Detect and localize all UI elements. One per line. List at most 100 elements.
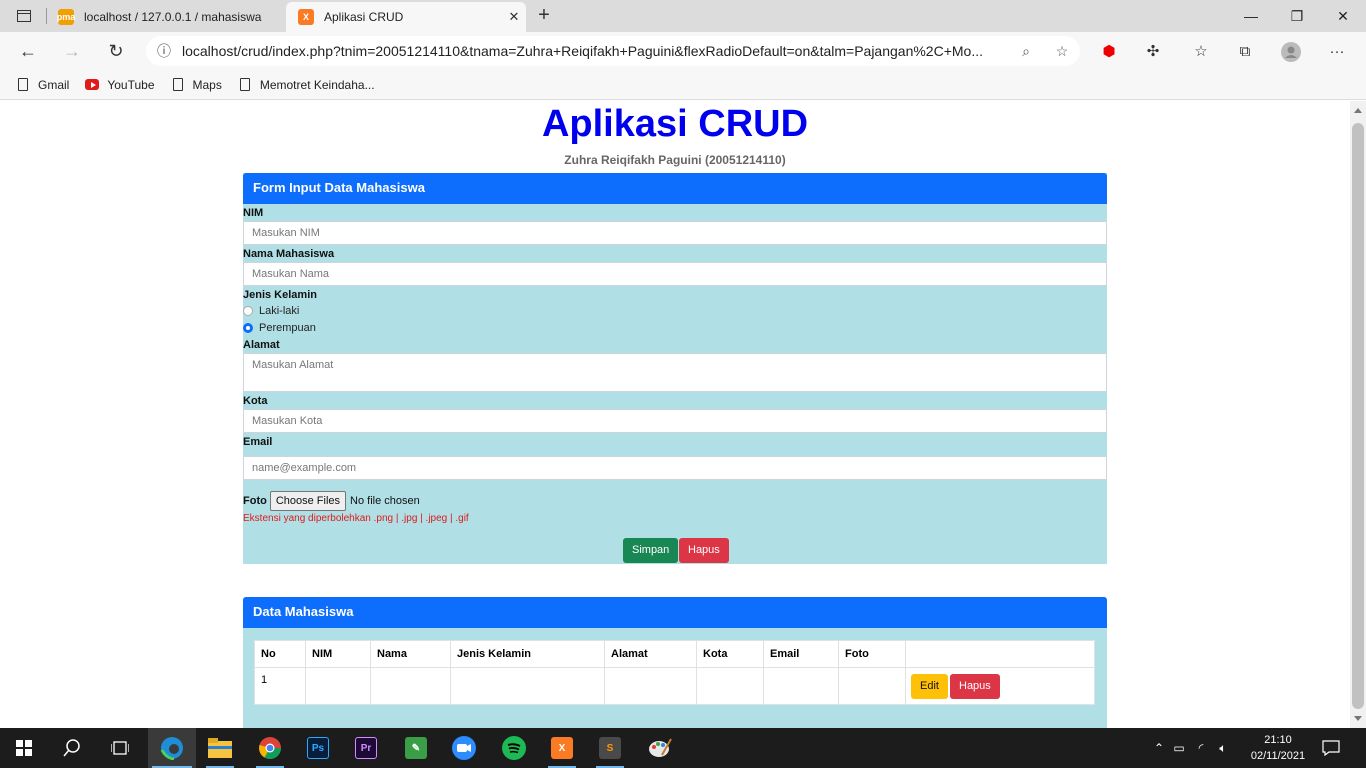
- kota-input[interactable]: Masukan Kota: [243, 409, 1107, 433]
- tab-phpmyadmin[interactable]: pma localhost / 127.0.0.1 / mahasiswa: [46, 2, 286, 32]
- youtube-icon: [85, 78, 100, 92]
- restore-icon[interactable]: ❐: [1274, 4, 1320, 28]
- data-card-header: Data Mahasiswa: [243, 597, 1107, 628]
- xampp-taskbar-icon[interactable]: X: [538, 728, 586, 768]
- table-row: 1 Edit Hapus: [254, 667, 1095, 705]
- add-favorite-icon[interactable]: ☆: [1044, 43, 1080, 60]
- email-input[interactable]: name@example.com: [243, 456, 1107, 480]
- search-icon[interactable]: [48, 728, 96, 768]
- cell-actions: Edit Hapus: [905, 667, 1095, 705]
- hapus-form-button[interactable]: Hapus: [679, 538, 729, 563]
- system-clock[interactable]: 21:10 02/11/2021: [1242, 732, 1314, 764]
- radio-perempuan[interactable]: Perempuan: [243, 322, 316, 334]
- col-nama: Nama: [370, 640, 451, 668]
- col-jenis-kelamin: Jenis Kelamin: [450, 640, 605, 668]
- file-status: No file chosen: [350, 495, 420, 507]
- bookmark-memotret[interactable]: Memotret Keindaha...: [238, 78, 375, 92]
- tab-aplikasi-crud[interactable]: X Aplikasi CRUD ✕: [286, 2, 526, 32]
- chevron-up-icon[interactable]: ⌃: [1150, 741, 1168, 755]
- spotify-icon[interactable]: [490, 728, 538, 768]
- url-text[interactable]: localhost/crud/index.php?tnim=2005121411…: [182, 43, 1008, 59]
- site-info-icon[interactable]: ⓘ: [146, 41, 182, 61]
- edge-taskbar-icon[interactable]: [148, 728, 196, 768]
- favorites-icon[interactable]: ☆: [1190, 42, 1212, 62]
- cell-alamat: [604, 667, 697, 705]
- back-icon[interactable]: ←: [16, 40, 40, 64]
- cell-kota: [696, 667, 764, 705]
- menu-icon[interactable]: ···: [1326, 42, 1348, 62]
- data-table: No NIM Nama Jenis Kelamin Alamat Kota Em…: [254, 640, 1095, 705]
- extensions-icon[interactable]: ✣: [1142, 42, 1164, 62]
- jenis-kelamin-label: Jenis Kelamin: [243, 289, 317, 301]
- new-tab-icon[interactable]: +: [532, 4, 556, 27]
- phpmyadmin-icon: pma: [57, 9, 75, 25]
- close-tab-icon[interactable]: ✕: [502, 9, 526, 25]
- tab-actions-icon[interactable]: [14, 6, 34, 26]
- tab-title: Aplikasi CRUD: [324, 10, 404, 24]
- wifi-icon[interactable]: ◜: [1190, 741, 1212, 755]
- hapus-row-button[interactable]: Hapus: [950, 674, 1000, 699]
- alamat-label: Alamat: [243, 339, 280, 351]
- scrollbar-thumb[interactable]: [1352, 123, 1364, 709]
- page-subtitle: Zuhra Reiqifakh Paguini (20051214110): [564, 153, 786, 167]
- windows-start-icon[interactable]: [0, 728, 48, 768]
- cell-email: [763, 667, 839, 705]
- simpan-button[interactable]: Simpan: [623, 538, 679, 563]
- page-title: Aplikasi CRUD: [541, 103, 809, 145]
- bookmarks-bar: Gmail YouTube Maps Memotret Keindaha...: [0, 70, 1366, 100]
- windows-taskbar: Ps Pr ✎ X S ⌃ ▭ ◜ 🔈︎ 21:10 02/11/2021: [0, 728, 1366, 768]
- file-explorer-icon[interactable]: [196, 728, 244, 768]
- system-tray: ⌃ ▭ ◜ 🔈︎: [1150, 728, 1234, 768]
- bookmark-label: YouTube: [107, 77, 155, 92]
- close-window-icon[interactable]: ✕: [1320, 4, 1366, 28]
- col-email: Email: [763, 640, 839, 668]
- task-view-icon[interactable]: [96, 728, 144, 768]
- notification-icon[interactable]: [1322, 728, 1340, 768]
- tab-title: localhost / 127.0.0.1 / mahasiswa: [84, 10, 262, 24]
- cell-jenis-kelamin: [450, 667, 605, 705]
- inkscape-icon[interactable]: ✎: [392, 728, 440, 768]
- nim-label: NIM: [243, 207, 264, 219]
- adblock-icon[interactable]: ⬢: [1098, 42, 1120, 62]
- radio-label: Laki-laki: [259, 305, 300, 317]
- radio-unchecked[interactable]: [243, 306, 253, 316]
- premiere-icon[interactable]: Pr: [342, 728, 390, 768]
- bookmark-gmail[interactable]: Gmail: [16, 78, 69, 92]
- bookmark-youtube[interactable]: YouTube: [85, 77, 155, 92]
- nama-label: Nama Mahasiswa: [243, 248, 335, 260]
- form-card-header: Form Input Data Mahasiswa: [243, 173, 1107, 204]
- nama-input[interactable]: Masukan Nama: [243, 262, 1107, 286]
- sublime-text-icon[interactable]: S: [586, 728, 634, 768]
- collections-icon[interactable]: ⧉: [1234, 42, 1256, 62]
- tab-bar: pma localhost / 127.0.0.1 / mahasiswa X …: [0, 0, 1366, 32]
- refresh-icon[interactable]: ↻: [104, 40, 128, 64]
- bookmark-maps[interactable]: Maps: [171, 78, 222, 92]
- forward-icon[interactable]: →: [60, 40, 84, 64]
- zoom-icon[interactable]: ⌕: [1008, 43, 1044, 60]
- scroll-down-icon[interactable]: [1354, 716, 1362, 721]
- paint-icon[interactable]: [636, 728, 684, 768]
- col-alamat: Alamat: [604, 640, 697, 668]
- edit-button[interactable]: Edit: [911, 674, 948, 699]
- cell-nama: [370, 667, 451, 705]
- clock-date: 02/11/2021: [1250, 750, 1306, 762]
- radio-laki-laki[interactable]: Laki-laki: [243, 305, 299, 317]
- table-header-row: No NIM Nama Jenis Kelamin Alamat Kota Em…: [254, 640, 1095, 668]
- scroll-up-icon[interactable]: [1354, 108, 1362, 113]
- minimize-icon[interactable]: —: [1228, 4, 1274, 28]
- volume-icon[interactable]: 🔈︎: [1212, 741, 1234, 756]
- bookmark-label: Gmail: [38, 77, 70, 92]
- browser-toolbar: ← → ↻ ⓘ localhost/crud/index.php?tnim=20…: [0, 32, 1366, 70]
- chrome-icon[interactable]: [246, 728, 294, 768]
- battery-icon[interactable]: ▭: [1168, 741, 1190, 755]
- address-bar[interactable]: ⓘ localhost/crud/index.php?tnim=20051214…: [146, 36, 1080, 66]
- nim-input[interactable]: Masukan NIM: [243, 221, 1107, 245]
- photoshop-icon[interactable]: Ps: [294, 728, 342, 768]
- vertical-scrollbar[interactable]: [1350, 101, 1366, 728]
- alamat-textarea[interactable]: Masukan Alamat: [243, 353, 1107, 392]
- choose-files-button[interactable]: Choose Files: [269, 491, 347, 511]
- cell-foto: [838, 667, 906, 705]
- profile-avatar-icon[interactable]: [1280, 42, 1302, 62]
- radio-checked[interactable]: [243, 323, 253, 333]
- zoom-app-icon[interactable]: [440, 728, 488, 768]
